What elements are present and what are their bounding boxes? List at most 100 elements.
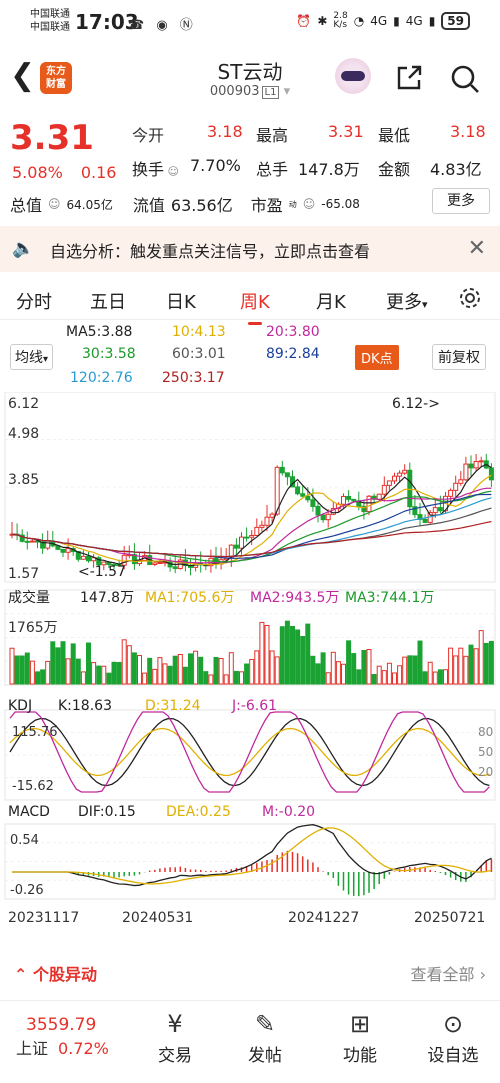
volume-label: 总手	[256, 160, 289, 179]
tab-daily[interactable]: 日K	[166, 288, 196, 314]
tab-weekly[interactable]: 周K	[240, 288, 270, 325]
volume-bar	[437, 669, 443, 685]
dk-point-button[interactable]: DK点	[355, 345, 399, 370]
adjust-button[interactable]: 前复权	[432, 344, 486, 370]
analysis-banner[interactable]: 🔈 自选分析：触发重点关注信号，立即点击查看 ✕	[0, 226, 500, 272]
date-4: 20250721	[414, 910, 485, 926]
view-all-link[interactable]: 查看全部 ›	[411, 961, 487, 985]
volume-bar	[172, 655, 178, 685]
kdj-line	[9, 711, 490, 793]
volume-bar	[392, 672, 397, 685]
volume-bar	[75, 658, 81, 685]
volume-bar	[228, 652, 234, 685]
notification-icons: ☎ ◉ Ⓝ	[128, 18, 197, 33]
battery: 59	[441, 12, 470, 30]
volume-bar	[397, 665, 403, 685]
amount-label: 金额	[378, 160, 411, 179]
kdj-80: 80	[478, 725, 493, 739]
nav-trade[interactable]: ¥ 交易	[140, 1007, 210, 1066]
candle	[392, 475, 397, 482]
turnover-label: 换手 ☺	[132, 160, 179, 179]
candle	[448, 489, 454, 497]
price-axis-mid1: 4.98	[8, 426, 39, 442]
volume-bar	[412, 655, 418, 685]
nav-watchlist[interactable]: ⊙ 设自选	[418, 1007, 488, 1066]
nav-function[interactable]: ⊞ 功能	[325, 1007, 395, 1066]
share-icon[interactable]	[395, 64, 423, 92]
kdj-j: J:-6.61	[231, 698, 277, 714]
volume-bar	[371, 674, 377, 685]
volume-bar	[269, 650, 275, 685]
macd-dif: DIF:0.15	[78, 804, 136, 820]
volume-bar	[14, 655, 20, 685]
candle	[80, 555, 86, 560]
search-icon[interactable]	[450, 64, 480, 94]
status-right: ⏰ ✱ 2.8 K/s ◔ 4G ▮ 4G ▮ 59	[296, 12, 470, 30]
volume-bar	[152, 668, 158, 685]
tab-5day[interactable]: 五日	[90, 288, 126, 314]
stock-movement-section[interactable]: ⌃ 个股异动 查看全部 ›	[0, 955, 500, 995]
ma89-label: 89:2.84	[266, 346, 320, 362]
gear-icon[interactable]	[458, 286, 482, 310]
volume-bar	[346, 640, 352, 685]
candle	[402, 469, 408, 474]
volume-bar	[325, 672, 331, 685]
low-value: 3.18	[450, 122, 486, 141]
close-icon[interactable]: ✕	[468, 236, 486, 261]
candle	[432, 507, 438, 514]
price-axis-low: 1.57	[8, 566, 39, 582]
volume-bar	[468, 644, 474, 685]
more-button[interactable]: 更多	[432, 188, 490, 214]
volume-bar	[483, 642, 489, 685]
volume-bar	[315, 663, 321, 685]
volume-bar	[386, 662, 392, 685]
volume-bar	[422, 671, 428, 685]
volume-bar	[351, 653, 357, 685]
date-1: 20231117	[8, 910, 79, 926]
ma-mode-select[interactable]: 均线▾	[10, 344, 54, 370]
volume-bar	[106, 672, 112, 685]
candle	[152, 562, 158, 565]
volume-bar	[45, 660, 51, 685]
volume-bar	[448, 647, 454, 685]
candle	[458, 479, 464, 484]
volume-bar	[193, 650, 199, 685]
signal-label: 4G	[405, 14, 423, 28]
volume-bar	[111, 661, 117, 685]
candle	[320, 514, 326, 521]
volume-bar	[208, 674, 214, 685]
tab-monthly[interactable]: 月K	[316, 288, 346, 314]
stock-header: ❮ 东方 财富 ST云动 000903 L1 ▾	[0, 48, 500, 108]
volume-bar	[65, 658, 71, 685]
index-ticker[interactable]: 3559.79 上证 0.72%	[16, 1015, 109, 1059]
candle	[386, 480, 392, 486]
tab-more[interactable]: 更多▾	[386, 288, 428, 314]
candle	[264, 516, 270, 526]
peak-marker: 6.12->	[392, 396, 440, 412]
candle	[407, 469, 413, 508]
candle	[65, 548, 71, 553]
volume-bar	[80, 671, 86, 685]
ma60-label: 60:3.01	[172, 346, 226, 362]
volume-bar	[9, 647, 15, 685]
candle	[300, 493, 306, 497]
volume-bar	[29, 660, 35, 685]
tab-intraday[interactable]: 分时	[16, 288, 52, 314]
valuation-row: 总值 ☺ 64.05亿 流值 63.56亿 市盈动 ☺ -65.08	[10, 196, 360, 215]
nav-post[interactable]: ✎ 发帖	[230, 1007, 300, 1066]
volume-bar	[40, 669, 46, 685]
candle	[473, 461, 479, 469]
volume-bar	[101, 665, 107, 685]
ma5-label: MA5:3.88	[66, 324, 133, 340]
volume-bar	[157, 657, 163, 685]
stock-code[interactable]: 000903 L1 ▾	[0, 84, 500, 99]
chevron-down-icon: ▾	[283, 84, 291, 99]
volume-bar	[305, 623, 311, 685]
volume-bar	[91, 662, 97, 685]
kdj-k: K:18.63	[58, 698, 112, 714]
volume-value: 147.8万	[298, 160, 360, 179]
kline-chart[interactable]: 6.12 4.98 3.85 1.57 6.12-> <-1.57 成交量 147.8万 MA1…	[0, 392, 500, 932]
avatar[interactable]	[335, 58, 371, 94]
candle	[346, 495, 352, 500]
more-icon: ⊙	[442, 1010, 464, 1038]
